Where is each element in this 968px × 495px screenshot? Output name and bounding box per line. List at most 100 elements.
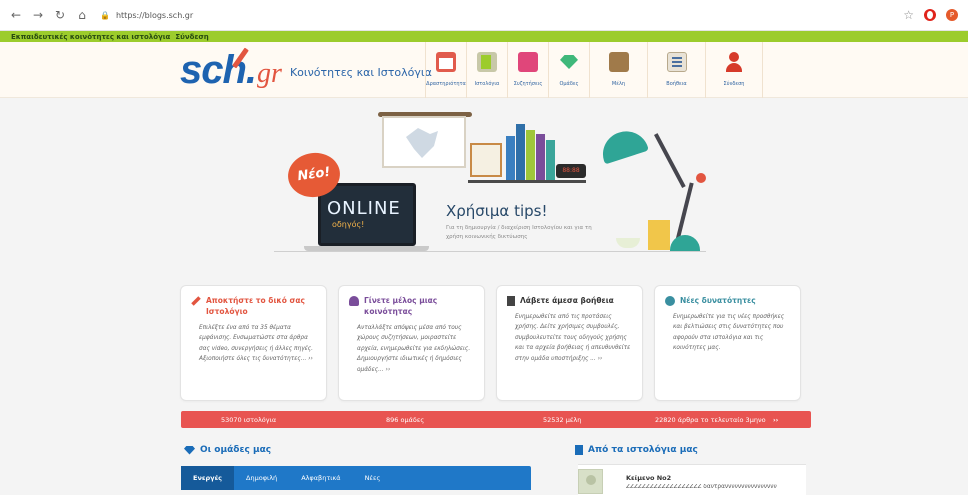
stat-groups[interactable]: 896 ομάδες [386, 416, 424, 424]
extension-icon[interactable]: P [946, 9, 958, 21]
hero-screen-subtitle: οδηγός! [332, 220, 365, 229]
nav-label: Βοήθεια [666, 81, 687, 87]
tab-active[interactable]: Ενεργές [181, 466, 235, 490]
book-illustration [536, 134, 545, 180]
bookmark-star-icon[interactable]: ☆ [903, 8, 914, 22]
top-strip: Εκπαιδευτικές κοινότητες και ιστολόγια Σ… [0, 31, 968, 42]
reload-icon[interactable]: ↻ [54, 8, 66, 22]
stats-more-icon[interactable]: ›› [773, 416, 778, 424]
nav-item-blogs[interactable]: Ιστολόγια [466, 42, 507, 98]
lamp-joint [696, 173, 706, 183]
nav-item-activity[interactable]: Δραστηριότητα [425, 42, 466, 98]
feature-cards: Αποκτήστε το δικό σας Ιστολόγιο Επιλέξτε… [180, 285, 801, 401]
group-icon [349, 296, 359, 306]
clock-illustration: 88:88 [556, 164, 586, 178]
nav-item-discussions[interactable]: Συζητήσεις [507, 42, 548, 98]
logo-sch: sch. [180, 48, 257, 92]
card-body: Ενημερωθείτε για τις νέες προσθήκες και … [673, 314, 785, 352]
address-bar[interactable]: 🔒 https://blogs.sch.gr [100, 11, 193, 20]
lamp-illustration [597, 125, 649, 165]
blog-icon [477, 52, 497, 72]
book-illustration [546, 140, 555, 180]
home-icon[interactable]: ⌂ [76, 8, 88, 22]
blogs-section-title: Από τα ιστολόγια μας [575, 445, 698, 455]
top-strip-login[interactable]: Σύνδεση [175, 33, 208, 41]
stat-blogs[interactable]: 53070 ιστολόγια [221, 416, 276, 424]
hero-title: Χρήσιμα tips! [446, 202, 548, 220]
nav-item-groups[interactable]: Ομάδες [548, 42, 589, 98]
opera-icon[interactable] [924, 9, 936, 21]
logo-gr: gr [257, 58, 282, 89]
logo-tagline: Κοινότητες και Ιστολόγια [289, 66, 432, 79]
book-illustration [516, 124, 525, 180]
back-icon[interactable]: ← [10, 8, 22, 22]
hero-screen-title: ONLINE [327, 198, 401, 219]
card-body: Ενημερωθείτε από τις προτάσεις χρήσης. Δ… [515, 314, 631, 362]
clipboard-illustration [470, 143, 502, 177]
stats-bar: 53070 ιστολόγια 896 ομάδες 52532 μέλη 22… [181, 411, 811, 428]
gem-icon [184, 445, 195, 455]
groups-title-text: Οι ομάδες μας [200, 445, 272, 455]
forward-icon[interactable]: → [32, 8, 44, 22]
nav-item-members[interactable]: Μέλη [589, 42, 647, 98]
gears-icon [665, 296, 675, 306]
lock-icon: 🔒 [100, 10, 110, 20]
groups-section-title: Οι ομάδες μας [184, 445, 271, 455]
blog-item-title[interactable]: Κείμενο Νο2 [626, 474, 671, 482]
book-illustration [506, 136, 515, 180]
pencil-icon [191, 296, 201, 306]
card-community[interactable]: Γίνετε μέλος μιας κοινότητας Ανταλλάξτε … [338, 285, 485, 401]
nav-item-help[interactable]: Βοήθεια [647, 42, 705, 98]
hero-subtitle: Για τη δημιουργία / διαχείριση Ιστολογίο… [446, 225, 592, 240]
map-illustration [382, 116, 466, 168]
shelf [468, 180, 586, 183]
avatar [578, 469, 603, 494]
browser-nav: ← → ↻ ⌂ [10, 8, 88, 22]
nav-label: Συζητήσεις [513, 81, 543, 87]
nav-label: Δραστηριότητα [426, 81, 466, 87]
stat-articles[interactable]: 22820 άρθρα το τελευταίο 3μηνο [655, 416, 766, 424]
site-logo[interactable]: sch. gr Κοινότητες και Ιστολόγια [180, 47, 432, 92]
stat-members[interactable]: 52532 μέλη [543, 416, 581, 424]
card-own-blog[interactable]: Αποκτήστε το δικό σας Ιστολόγιο Επιλέξτε… [180, 285, 327, 401]
hero-banner[interactable]: 88:88 ONLINE οδηγός! Νέο! Χρήσιμα tips! … [270, 110, 710, 265]
url-text[interactable]: https://blogs.sch.gr [116, 11, 193, 20]
floor-line [274, 251, 706, 252]
calendar-icon [436, 52, 456, 72]
help-icon [666, 52, 687, 72]
nav-label: Ομάδες [559, 81, 579, 87]
browser-toolbar: ← → ↻ ⌂ 🔒 https://blogs.sch.gr ☆ P [0, 0, 968, 31]
card-new-features[interactable]: Νέες δυνατότητες Ενημερωθείτε για τις νέ… [654, 285, 801, 401]
card-title[interactable]: Γίνετε μέλος μιας κοινότητας [364, 295, 474, 317]
book-illustration [526, 130, 535, 180]
nav-label: Σύνδεση [723, 81, 745, 87]
card-title[interactable]: Αποκτήστε το δικό σας Ιστολόγιο [206, 295, 316, 317]
nav-label: Ιστολόγια [474, 81, 500, 87]
tab-alphabetical[interactable]: Αλφαβητικά [289, 466, 352, 490]
nav-item-login[interactable]: Σύνδεση [705, 42, 763, 98]
gem-icon [559, 52, 579, 72]
document-icon [575, 445, 583, 455]
lamp-arm [654, 133, 686, 188]
blog-item-excerpt: ΖΖΖΖΖΖΖΖΖΖΖΖΖΖΖΖΖΖΖ δαντρανννννννννννννν… [626, 484, 777, 490]
top-strip-text[interactable]: Εκπαιδευτικές κοινότητες και ιστολόγια [11, 33, 170, 41]
main-nav: Δραστηριότητα Ιστολόγια Συζητήσεις Ομάδε… [425, 42, 763, 98]
nav-label: Μέλη [611, 81, 626, 87]
card-help[interactable]: Λάβετε άμεσα βοήθεια Ενημερωθείτε από τι… [496, 285, 643, 401]
tab-popular[interactable]: Δημοφιλή [234, 466, 289, 490]
pencil-cup-illustration [648, 220, 670, 250]
tab-new[interactable]: Νέες [353, 466, 393, 490]
book-icon [507, 296, 515, 306]
site-header: sch. gr Κοινότητες και Ιστολόγια Δραστηρ… [0, 42, 968, 98]
card-title[interactable]: Νέες δυνατότητες [680, 295, 756, 306]
card-body: Επιλέξτε ένα από τα 35 θέματα εμφάνισης.… [199, 325, 314, 363]
blogs-title-text: Από τα ιστολόγια μας [588, 445, 698, 455]
lamp-base [670, 235, 700, 251]
mug-illustration [616, 238, 640, 248]
blog-list-item[interactable]: Κείμενο Νο2 ΖΖΖΖΖΖΖΖΖΖΖΖΖΖΖΖΖΖΖ δαντρανν… [578, 464, 806, 495]
card-body: Ανταλλάξτε απόψεις μέσα από τους χώρους … [357, 325, 471, 373]
groups-tabs: Ενεργές Δημοφιλή Αλφαβητικά Νέες [181, 466, 531, 490]
chat-icon [518, 52, 538, 72]
user-icon [724, 52, 744, 72]
card-title[interactable]: Λάβετε άμεσα βοήθεια [520, 295, 614, 306]
